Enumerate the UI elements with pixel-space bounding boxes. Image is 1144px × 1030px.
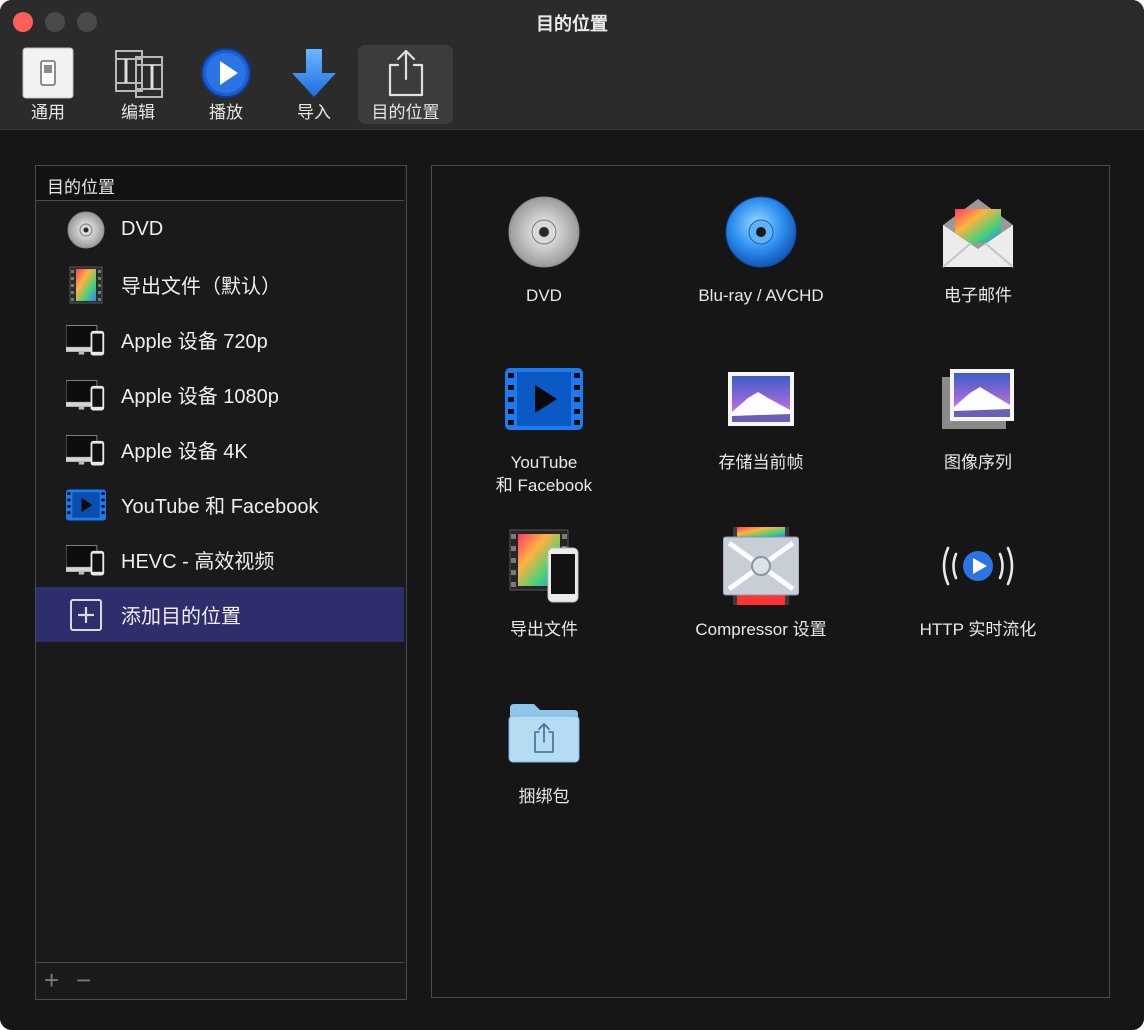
template-bluray[interactable]: Blu-ray / AVCHD	[661, 192, 861, 307]
tab-destinations-label: 目的位置	[371, 103, 440, 122]
tab-import-label: 导入	[297, 103, 331, 122]
photo-icon	[721, 359, 801, 439]
tab-general[interactable]: 通用	[14, 45, 82, 124]
film-phone-icon	[504, 526, 584, 606]
template-label: 导出文件	[510, 620, 578, 639]
photo-stack-icon	[938, 359, 1018, 439]
list-item-label: HEVC - 高效视频	[121, 551, 275, 573]
template-label: 捆绑包	[518, 787, 570, 806]
list-footer: + −	[36, 962, 404, 999]
destinations-list: DVD 导出文件（默认） Apple 设备 720p Apple 设备 1080…	[36, 202, 404, 642]
tab-destinations[interactable]: 目的位置	[358, 45, 453, 124]
dvd-disc-icon	[504, 192, 584, 272]
list-item-apple-720p[interactable]: Apple 设备 720p	[36, 312, 404, 367]
list-item-dvd[interactable]: DVD	[36, 202, 404, 257]
list-item-export-file-default[interactable]: 导出文件（默认）	[36, 257, 404, 312]
template-email[interactable]: 电子邮件	[878, 192, 1078, 307]
preferences-window: 目的位置 通用 编辑 播放 导入 目的位置 目的位置 DVD 导出文件（默认） …	[0, 0, 1144, 1030]
compressor-icon	[721, 526, 801, 606]
tab-playback-label: 播放	[209, 103, 243, 122]
template-label: DVD	[526, 286, 562, 305]
tab-general-label: 通用	[31, 103, 65, 122]
list-item-hevc[interactable]: HEVC - 高效视频	[36, 532, 404, 587]
list-item-apple-4k[interactable]: Apple 设备 4K	[36, 422, 404, 477]
film-trim-icon	[110, 45, 166, 101]
remove-destination-button[interactable]: −	[76, 965, 91, 995]
window-title: 目的位置	[536, 14, 608, 34]
list-item-add-destination[interactable]: 添加目的位置	[36, 587, 404, 642]
video-play-icon	[66, 485, 106, 525]
list-header-label: 目的位置	[47, 178, 115, 197]
film-frame-icon	[66, 265, 106, 305]
http-streaming-icon	[938, 526, 1018, 606]
play-circle-icon	[198, 45, 254, 101]
email-envelope-icon	[938, 192, 1018, 272]
down-arrow-icon	[286, 45, 342, 101]
tab-import[interactable]: 导入	[280, 45, 348, 124]
list-item-label: YouTube 和 Facebook	[121, 496, 319, 518]
apple-devices-icon	[66, 375, 106, 415]
template-save-frame[interactable]: 存储当前帧	[661, 359, 861, 474]
template-label: YouTube 和 Facebook	[495, 453, 593, 495]
destinations-list-panel: 目的位置 DVD 导出文件（默认） Apple 设备 720p Apple 设备…	[35, 165, 407, 1000]
toolbar: 目的位置 通用 编辑 播放 导入 目的位置	[0, 0, 1144, 130]
list-item-youtube-facebook[interactable]: YouTube 和 Facebook	[36, 477, 404, 532]
destination-templates-panel: DVD Blu-ray / AVCHD 电子邮件 YouTube 和 Faceb…	[431, 165, 1110, 998]
bluray-disc-icon	[721, 192, 801, 272]
tab-edit[interactable]: 编辑	[104, 45, 172, 124]
tab-edit-label: 编辑	[121, 103, 155, 122]
list-item-apple-1080p[interactable]: Apple 设备 1080p	[36, 367, 404, 422]
bundle-folder-icon	[504, 693, 584, 773]
template-compressor-settings[interactable]: Compressor 设置	[661, 526, 861, 641]
apple-devices-icon	[66, 320, 106, 360]
template-export-file[interactable]: 导出文件	[444, 526, 644, 641]
tab-playback[interactable]: 播放	[192, 45, 260, 124]
template-label: Compressor 设置	[695, 620, 827, 639]
list-item-label: DVD	[121, 218, 164, 240]
template-label: 图像序列	[944, 453, 1012, 472]
template-http-live-streaming[interactable]: HTTP 实时流化	[878, 526, 1078, 641]
list-item-label: Apple 设备 1080p	[121, 386, 279, 408]
list-item-label: Apple 设备 4K	[121, 441, 248, 463]
add-destination-button[interactable]: +	[44, 965, 59, 995]
template-label: HTTP 实时流化	[919, 620, 1037, 639]
apple-devices-icon	[66, 430, 106, 470]
template-youtube-facebook[interactable]: YouTube 和 Facebook	[444, 359, 644, 497]
add-box-icon	[66, 595, 106, 635]
list-item-label: 导出文件（默认）	[121, 276, 281, 298]
template-image-sequence[interactable]: 图像序列	[878, 359, 1078, 474]
list-header: 目的位置	[36, 166, 404, 201]
template-dvd[interactable]: DVD	[444, 192, 644, 307]
switch-icon	[20, 45, 76, 101]
template-bundle[interactable]: 捆绑包	[444, 693, 644, 808]
template-label: 电子邮件	[944, 286, 1012, 305]
list-item-label: Apple 设备 720p	[121, 331, 268, 353]
template-label: Blu-ray / AVCHD	[698, 286, 824, 305]
template-label: 存储当前帧	[718, 453, 804, 472]
video-play-icon	[504, 359, 584, 439]
apple-devices-icon	[66, 540, 106, 580]
share-icon	[378, 45, 434, 101]
dvd-disc-icon	[66, 210, 106, 250]
list-item-label: 添加目的位置	[121, 606, 241, 628]
